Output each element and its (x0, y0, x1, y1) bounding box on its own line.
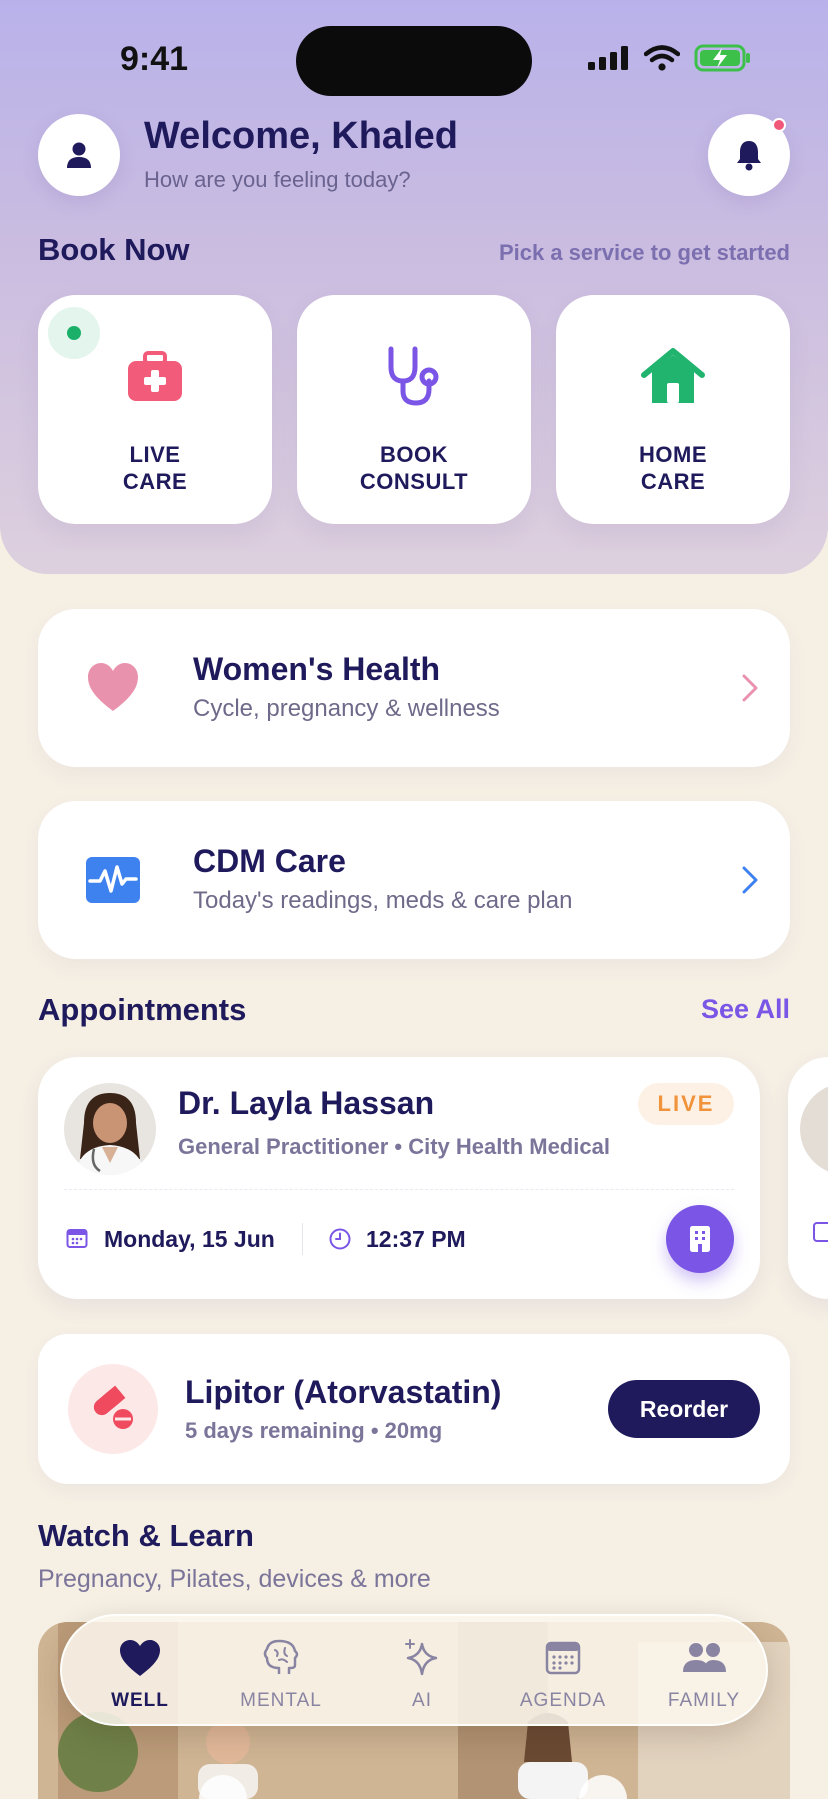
tab-family[interactable]: FAMILY (634, 1616, 774, 1728)
user-icon (67, 142, 91, 168)
appointment-date: Monday, 15 Jun (104, 1226, 275, 1252)
live-badge: LIVE (638, 1083, 734, 1125)
tab-label: AI (412, 1690, 432, 1711)
calendar-icon (66, 1229, 88, 1248)
bell-icon (737, 141, 761, 171)
book-now-hint: Pick a service to get started (498, 240, 790, 265)
notification-dot (772, 118, 786, 132)
service-live-care[interactable]: LIVE CARE (38, 295, 272, 524)
doctor-specialty: General Practitioner • City Health Medic… (178, 1134, 610, 1159)
service-label: HOME CARE (639, 442, 707, 494)
service-label: BOOK CONSULT (359, 442, 469, 494)
tab-well[interactable]: WELL (70, 1616, 210, 1728)
divider (302, 1223, 303, 1255)
cdm-care-subtitle: Today's readings, meds & care plan (193, 887, 573, 914)
service-home-care[interactable]: HOME CARE (556, 295, 790, 524)
watch-learn-subtitle: Pregnancy, Pilates, devices & more (38, 1565, 431, 1593)
medication-detail: 5 days remaining • 20mg (185, 1418, 443, 1443)
cdm-care-title: CDM Care (193, 843, 346, 879)
heart-monitor-icon (86, 857, 140, 903)
book-now-title: Book Now (38, 232, 190, 267)
pill-icon (93, 1385, 133, 1429)
divider (64, 1189, 734, 1190)
tab-label: FAMILY (667, 1690, 741, 1711)
status-icons (588, 44, 752, 72)
womens-health-title: Women's Health (193, 651, 441, 687)
doctor-name: Dr. Layla Hassan (178, 1085, 435, 1121)
stethoscope-icon (388, 346, 439, 406)
tab-ai[interactable]: AI (352, 1616, 492, 1728)
doctor-avatar (800, 1086, 828, 1242)
bottom-tab-bar: WELL MENTAL AI AGENDA FAMILY (60, 1614, 768, 1726)
signal-icon (588, 46, 628, 70)
sparkle-icon (405, 1639, 438, 1676)
profile-button[interactable] (38, 114, 120, 196)
doctor-avatar (64, 1083, 156, 1175)
cdm-care-card[interactable]: CDM Care Today's readings, meds & care p… (38, 801, 790, 959)
dynamic-island (296, 26, 532, 96)
watch-learn-title: Watch & Learn (38, 1518, 254, 1553)
medication-card[interactable]: Lipitor (Atorvastatin) 5 days remaining … (38, 1334, 790, 1484)
tab-label: MENTAL (240, 1690, 322, 1711)
womens-health-subtitle: Cycle, pregnancy & wellness (193, 695, 500, 722)
tab-mental[interactable]: MENTAL (211, 1616, 351, 1728)
status-time: 9:41 (120, 40, 189, 78)
status-bar: 9:41 (0, 0, 828, 110)
reorder-button[interactable]: Reorder (608, 1380, 760, 1438)
family-icon (683, 1643, 726, 1672)
next-appointment-card[interactable] (788, 1057, 828, 1299)
service-book-consult[interactable]: BOOK CONSULT (297, 295, 531, 524)
calendar-icon (545, 1641, 581, 1675)
tab-agenda[interactable]: AGENDA (493, 1616, 633, 1728)
heart-icon (120, 1640, 160, 1676)
tab-label: AGENDA (519, 1690, 607, 1711)
service-label: LIVE CARE (122, 442, 188, 494)
building-icon (690, 1226, 710, 1252)
welcome-title: Welcome, Khaled (144, 115, 458, 157)
see-all-link[interactable]: See All (701, 994, 790, 1025)
clock-icon (329, 1228, 351, 1250)
appointment-time: 12:37 PM (366, 1226, 466, 1252)
wifi-icon (644, 45, 680, 71)
tab-label: WELL (111, 1690, 169, 1711)
first-aid-kit-icon (128, 351, 182, 401)
medication-name: Lipitor (Atorvastatin) (185, 1374, 502, 1410)
online-indicator (67, 326, 81, 340)
pill-icon-badge (68, 1364, 158, 1454)
clinic-details-button[interactable] (666, 1205, 734, 1273)
house-icon (641, 348, 705, 403)
chevron-right-icon (742, 866, 758, 894)
welcome-subtitle: How are you feeling today? (144, 167, 411, 192)
chevron-right-icon (742, 674, 758, 702)
womens-health-card[interactable]: Women's Health Cycle, pregnancy & wellne… (38, 609, 790, 767)
appointment-card[interactable]: Dr. Layla Hassan General Practitioner • … (38, 1057, 760, 1299)
appointments-title: Appointments (38, 992, 247, 1027)
battery-charging-icon (694, 44, 750, 72)
heart-icon (88, 663, 138, 711)
brain-icon (263, 1639, 299, 1674)
